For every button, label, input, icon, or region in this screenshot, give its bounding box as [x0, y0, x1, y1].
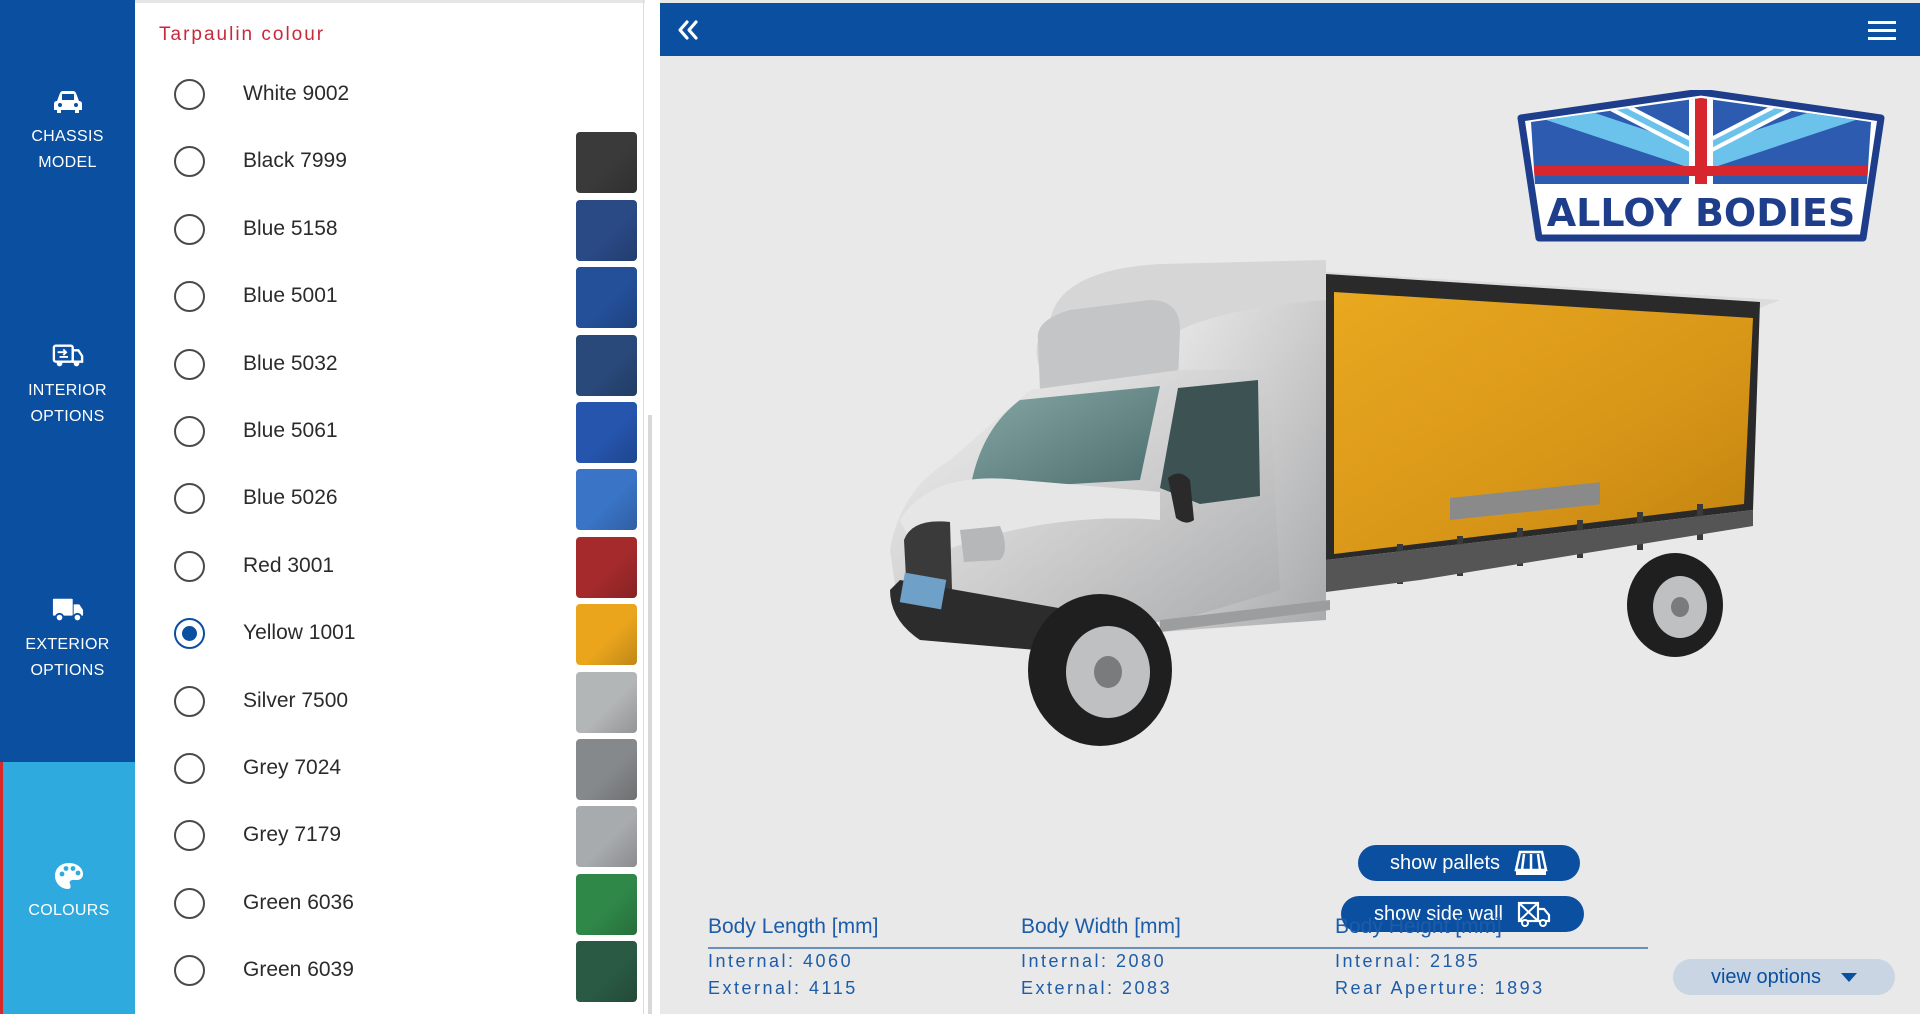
colour-swatch[interactable] — [576, 199, 637, 261]
colour-option[interactable]: Black 7999 — [135, 128, 645, 195]
body-height-internal: Internal: 2185 — [1335, 951, 1481, 971]
nav-label: INTERIOR OPTIONS — [28, 382, 107, 425]
nav-label: EXTERIOR OPTIONS — [25, 636, 110, 679]
colour-swatch[interactable] — [576, 739, 637, 800]
colour-option[interactable]: Green 6039 — [135, 937, 645, 1004]
radio-button[interactable] — [174, 281, 205, 313]
body-height-column: Body Height [mm] Internal: 2185 Rear Ape… — [1335, 915, 1635, 999]
colour-option-label: Blue 5158 — [243, 216, 338, 240]
colour-option[interactable]: Blue 5158 — [135, 196, 645, 263]
colour-option-label: White 9002 — [243, 82, 350, 105]
radio-button[interactable] — [174, 955, 205, 987]
colour-option-label: Red 3001 — [243, 553, 335, 577]
colour-option-label: Black 7999 — [243, 149, 347, 173]
side-nav: CHASSIS MODEL INTERIOR OPTIONS EXTERIOR … — [0, 0, 135, 1014]
truck-interior-icon — [52, 344, 83, 367]
radio-button[interactable] — [174, 483, 205, 515]
colour-swatch[interactable] — [576, 132, 637, 194]
colour-option[interactable]: Grey 7024 — [135, 735, 645, 802]
colour-swatch[interactable] — [576, 334, 637, 396]
colour-option[interactable]: Red 3001 — [135, 533, 645, 600]
radio-button[interactable] — [174, 685, 205, 717]
panel-scrollbar[interactable] — [648, 415, 652, 1014]
nav-label: CHASSIS MODEL — [31, 128, 104, 171]
nav-colours[interactable]: COLOURS — [0, 762, 135, 1014]
car-icon — [53, 91, 82, 113]
colour-swatch[interactable] — [576, 402, 637, 463]
chevron-down-icon — [1841, 972, 1858, 982]
truck-icon — [52, 598, 83, 623]
colour-option[interactable]: Grey 7179 — [135, 802, 645, 869]
body-length-heading: Body Length [mm] — [708, 915, 879, 938]
nav-exterior-options[interactable]: EXTERIOR OPTIONS — [0, 596, 135, 684]
colour-swatch[interactable] — [576, 604, 637, 666]
body-width-heading: Body Width [mm] — [1021, 915, 1181, 938]
colour-option-label: Blue 5026 — [243, 486, 338, 510]
colour-option-label: Yellow 1001 — [243, 621, 356, 645]
colour-option-label: Blue 5032 — [243, 351, 338, 375]
colour-option[interactable]: Blue 5026 — [135, 465, 645, 532]
colour-option-label: Blue 5001 — [243, 284, 338, 308]
panel-divider — [643, 0, 644, 1014]
panel-title: Tarpaulin colour — [159, 24, 326, 45]
colour-option[interactable]: Yellow 1001 — [135, 600, 645, 667]
colour-swatch[interactable] — [576, 671, 637, 733]
collapse-panel-button[interactable] — [670, 13, 706, 47]
colour-swatch[interactable] — [576, 469, 637, 531]
colour-option-label: Blue 5061 — [243, 419, 338, 442]
colour-option[interactable]: Silver 7500 — [135, 668, 645, 735]
colour-option-label: Grey 7024 — [243, 756, 342, 779]
radio-button[interactable] — [174, 887, 205, 919]
truck-3d-view[interactable] — [860, 260, 1780, 860]
body-width-column: Body Width [mm] Internal: 2080 External:… — [1021, 915, 1321, 999]
body-width-internal: Internal: 2080 — [1021, 951, 1167, 971]
body-height-heading: Body Height [mm] — [1335, 915, 1502, 938]
logo-text: ALLOY BODIES — [1547, 191, 1855, 235]
colour-swatch[interactable] — [576, 941, 637, 1003]
radio-button[interactable] — [174, 550, 205, 582]
colour-swatch[interactable] — [576, 267, 637, 329]
tarpaulin-colour-panel: Tarpaulin colour White 9002 Black 7999 Blu… — [135, 0, 645, 1014]
colour-option-label: Silver 7500 — [243, 688, 349, 712]
radio-button[interactable] — [174, 213, 205, 245]
colour-option-label: Green 6039 — [243, 958, 354, 982]
body-length-internal: Internal: 4060 — [708, 951, 854, 971]
show-pallets-label: show pallets — [1389, 851, 1501, 874]
view-options-dropdown[interactable]: view options — [1673, 959, 1895, 995]
hamburger-menu-icon[interactable] — [1866, 17, 1898, 43]
body-height-rear-aperture: Rear Aperture: 1893 — [1335, 978, 1545, 998]
body-width-external: External: 2083 — [1021, 978, 1173, 998]
radio-button[interactable] — [174, 79, 205, 110]
body-length-external: External: 4115 — [708, 978, 858, 998]
nav-chassis-model[interactable]: CHASSIS MODEL — [0, 88, 135, 176]
viewer-top-bar — [660, 3, 1920, 56]
show-pallets-button[interactable]: show pallets — [1358, 845, 1580, 881]
front-wheel — [1028, 594, 1172, 746]
radio-button[interactable] — [174, 146, 205, 178]
pallet-icon — [1514, 850, 1548, 875]
colour-option[interactable]: White 9002 — [135, 61, 645, 128]
colour-option[interactable]: Blue 5001 — [135, 263, 645, 330]
nav-interior-options[interactable]: INTERIOR OPTIONS — [0, 342, 135, 430]
view-options-label: view options — [1710, 965, 1822, 988]
colour-swatch[interactable] — [576, 873, 637, 935]
nav-label: COLOURS — [28, 902, 110, 919]
colour-option[interactable]: Green 6036 — [135, 870, 645, 937]
vehicle-viewer: ALLOY BODIES show pallets show side wall… — [660, 0, 1920, 1014]
colour-option-label: Grey 7179 — [243, 823, 342, 847]
rear-wheel — [1627, 553, 1723, 657]
radio-button[interactable] — [174, 753, 205, 784]
radio-button[interactable] — [174, 416, 205, 447]
palette-icon — [55, 863, 83, 889]
colour-swatch[interactable] — [576, 536, 637, 598]
radio-button[interactable] — [174, 820, 205, 852]
radio-selected[interactable] — [174, 618, 205, 650]
colour-option[interactable]: Blue 5061 — [135, 398, 645, 465]
colour-option-label: Green 6036 — [243, 890, 354, 914]
alloy-bodies-logo: ALLOY BODIES — [1517, 90, 1885, 242]
colour-option[interactable]: Blue 5032 — [135, 331, 645, 398]
radio-button[interactable] — [174, 348, 205, 380]
colour-swatch[interactable] — [576, 806, 637, 868]
body-length-column: Body Length [mm] Internal: 4060 External… — [708, 915, 1008, 999]
